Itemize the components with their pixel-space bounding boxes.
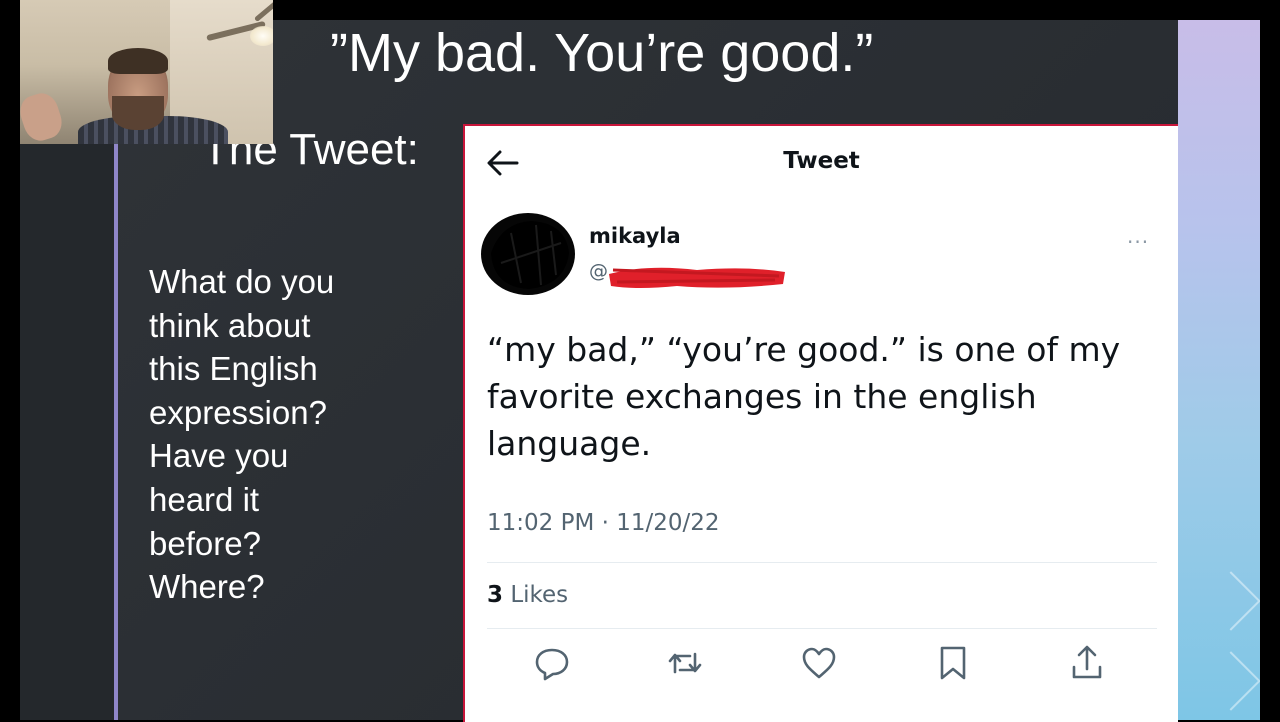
redacted-handle-scribble — [609, 267, 785, 288]
likes-count[interactable]: 3 Likes — [487, 582, 568, 608]
user-avatar[interactable] — [481, 213, 575, 295]
webcam-video — [20, 0, 273, 144]
author-handle[interactable]: @ — [589, 260, 608, 282]
question-line: before? — [149, 524, 261, 562]
reply-icon[interactable] — [533, 644, 571, 682]
author-name[interactable]: mikayla — [589, 224, 681, 248]
likes-number: 3 — [487, 582, 504, 608]
question-line: think about — [149, 306, 311, 344]
question-line: Where? — [149, 568, 265, 606]
tweet-actions-bar — [465, 644, 1178, 688]
discussion-question: What do you think about this English exp… — [149, 260, 409, 609]
question-line: What do you — [149, 263, 335, 300]
more-options-icon[interactable]: ··· — [1127, 230, 1149, 254]
question-line: heard it — [149, 480, 260, 518]
divider — [487, 562, 1157, 563]
tweet-card: Tweet mikayla @ ··· “my bad,” “you’re go… — [463, 124, 1178, 722]
slide-decorative-panel — [1178, 20, 1260, 720]
tweet-header-title: Tweet — [783, 148, 860, 174]
question-line: expression? — [149, 393, 327, 431]
bookmark-icon[interactable] — [934, 644, 972, 682]
tweet-timestamp[interactable]: 11:02 PM · 11/20/22 — [487, 510, 720, 536]
likes-label: Likes — [510, 582, 569, 608]
question-line: Have you — [149, 437, 289, 475]
share-icon[interactable] — [1068, 644, 1106, 682]
slide-accent-line — [114, 143, 118, 720]
divider — [487, 628, 1157, 629]
like-icon[interactable] — [800, 644, 838, 682]
retweet-icon[interactable] — [666, 644, 704, 682]
question-line: this English — [149, 350, 318, 388]
tweet-text: “my bad,” “you’re good.” is one of my fa… — [487, 330, 1121, 463]
slide-title: ”My bad. You’re good.” — [330, 23, 874, 83]
